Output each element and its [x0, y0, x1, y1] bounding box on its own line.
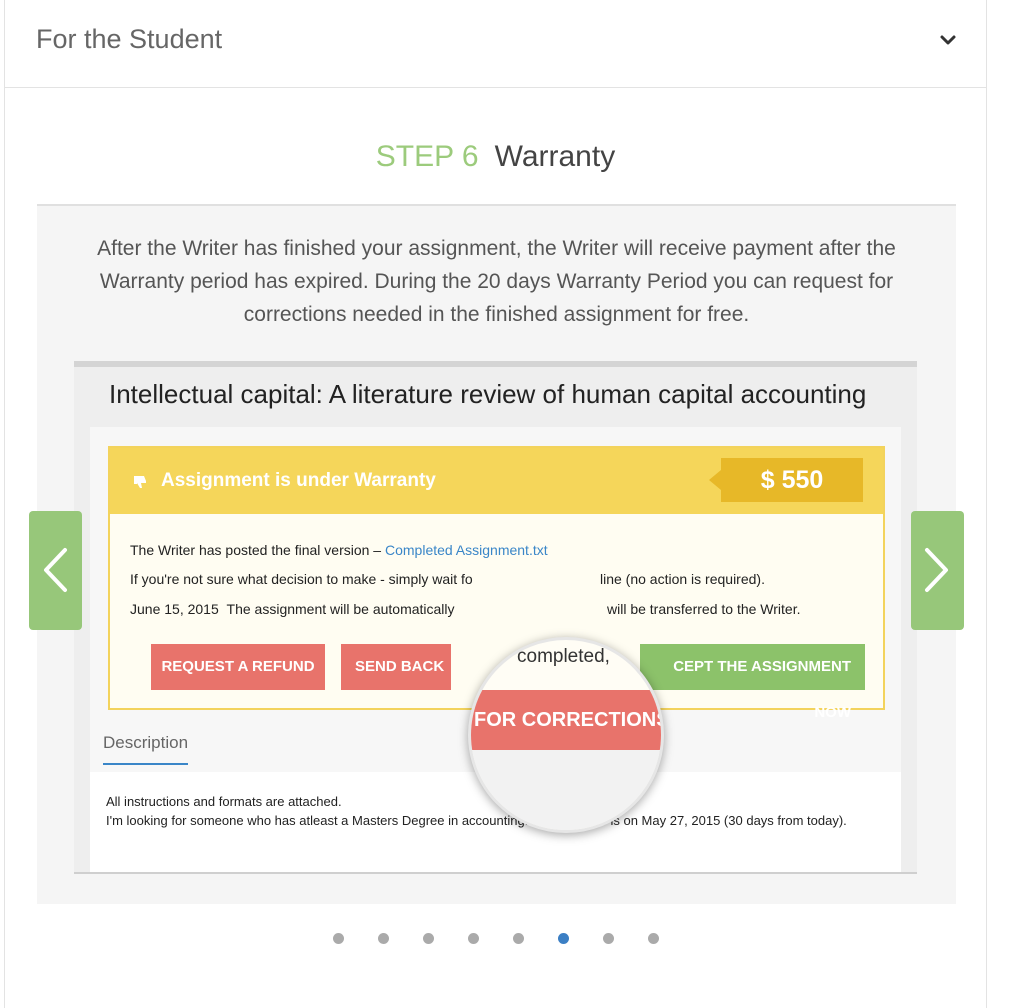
- accordion-header[interactable]: For the Student: [5, 0, 986, 88]
- final-version-text: The Writer has posted the final version …: [130, 542, 385, 558]
- assignment-title: Intellectual capital: A literature revie…: [109, 379, 867, 409]
- magnifier-lens: completed, FOR CORRECTIONS: [468, 637, 664, 833]
- warranty-label: Assignment is under Warranty: [161, 470, 436, 491]
- next-slide-button[interactable]: [911, 511, 964, 630]
- warranty-header: Assignment is under Warranty $ 550: [110, 448, 883, 514]
- send-back-button[interactable]: SEND BACK: [341, 644, 451, 690]
- chevron-right-icon: [925, 548, 948, 592]
- decision-text-end: line (no action is required).: [600, 571, 765, 587]
- step-title: Warranty: [494, 140, 616, 173]
- step-heading: STEP 6 Warranty: [5, 140, 986, 174]
- step-number: STEP 6: [375, 140, 479, 173]
- auto-complete-date: June 15, 2015: [130, 601, 219, 617]
- accordion-panel: For the Student STEP 6 Warranty After the…: [4, 0, 987, 1008]
- auto-complete-line: June 15, 2015 The assignment will be aut…: [130, 601, 800, 617]
- thumbs-down-icon: [132, 474, 148, 494]
- accordion-title: For the Student: [36, 24, 223, 54]
- auto-complete-text: The assignment will be automatically: [226, 601, 455, 617]
- magnified-text: completed,: [517, 646, 610, 667]
- completed-assignment-link[interactable]: Completed Assignment.txt: [385, 542, 548, 558]
- assignment-screenshot: Intellectual capital: A literature revie…: [74, 361, 917, 874]
- decision-line: If you're not sure what decision to make…: [130, 571, 765, 587]
- carousel-dot-8[interactable]: [648, 933, 659, 944]
- price-badge: $ 550: [709, 458, 863, 502]
- decision-text: If you're not sure what decision to make…: [130, 571, 473, 587]
- send-back-for-corrections-button[interactable]: FOR CORRECTIONS: [471, 690, 661, 750]
- request-refund-button[interactable]: REQUEST A REFUND: [151, 644, 325, 690]
- accept-assignment-button[interactable]: CEPT THE ASSIGNMENT NOW: [640, 644, 865, 721]
- step-description: After the Writer has finished your assig…: [97, 237, 896, 326]
- carousel-dot-7[interactable]: [603, 933, 614, 944]
- carousel-slide: After the Writer has finished your assig…: [37, 204, 956, 904]
- assignment-card: Assignment is under Warranty $ 550 The W…: [90, 427, 901, 872]
- final-version-line: The Writer has posted the final version …: [130, 542, 548, 558]
- tab-description[interactable]: Description: [103, 733, 189, 765]
- chevron-left-icon: [44, 548, 67, 592]
- prev-slide-button[interactable]: [29, 511, 82, 630]
- carousel-dot-2[interactable]: [378, 933, 389, 944]
- carousel-dot-1[interactable]: [333, 933, 344, 944]
- carousel-dot-6[interactable]: [558, 933, 569, 944]
- carousel-dot-4[interactable]: [468, 933, 479, 944]
- carousel-dot-5[interactable]: [513, 933, 524, 944]
- magnifier-lower-area: [471, 750, 661, 830]
- auto-complete-text-end: will be transferred to the Writer.: [607, 601, 801, 617]
- carousel-dot-3[interactable]: [423, 933, 434, 944]
- chevron-down-icon[interactable]: [938, 30, 958, 50]
